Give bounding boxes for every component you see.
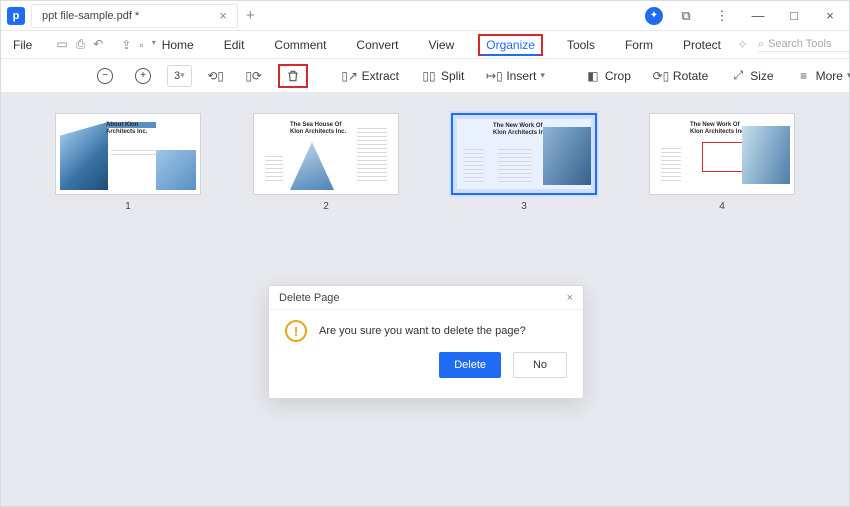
organize-toolbar: − + 3 ▾ ⟲▯ ▯⟳ ▯↗ Extract ▯▯ Split ↦▯ Ins… [1,59,849,93]
magic-icon[interactable]: ✧ [737,37,748,53]
extract-label: Extract [362,69,399,83]
menu-edit[interactable]: Edit [218,34,251,56]
dialog-footer: Delete No [269,352,583,390]
window-maximize-icon[interactable]: □ [781,8,807,23]
titlebar: p ppt file-sample.pdf * × + ✦ ⧉ ⋮ — □ × [1,1,849,31]
size-button[interactable]: ⤢ Size [724,65,779,87]
menu-comment[interactable]: Comment [268,34,332,56]
delete-page-dialog: Delete Page × ! Are you sure you want to… [268,285,584,399]
delete-button[interactable]: Delete [439,352,501,378]
rotate-label: Rotate [673,69,708,83]
menu-convert[interactable]: Convert [350,34,404,56]
split-icon: ▯▯ [421,68,437,84]
window-close-icon[interactable]: × [817,8,843,23]
open-icon[interactable]: ▭ [56,37,67,52]
menu-home[interactable]: Home [156,34,200,56]
extract-button[interactable]: ▯↗ Extract [336,65,405,87]
more-label: More [816,69,843,83]
modal-overlay: Delete Page × ! Are you sure you want to… [1,93,849,506]
menubar: File ▭ ⎙ ↶ ⇪ ▫ ▾ Home Edit Comment Conve… [1,31,849,59]
dialog-close-icon[interactable]: × [567,292,573,304]
dialog-body: ! Are you sure you want to delete the pa… [269,310,583,352]
new-tab-button[interactable]: + [246,7,255,24]
menu-form[interactable]: Form [619,34,659,56]
rotate-left-button[interactable]: ⟲▯ [202,65,230,87]
save-icon[interactable]: ▫ [139,38,143,52]
kebab-icon[interactable]: ⋮ [709,8,735,24]
dialog-title: Delete Page [279,292,340,304]
size-icon: ⤢ [730,68,746,84]
split-label: Split [441,69,464,83]
menu-view[interactable]: View [422,34,460,56]
more-button[interactable]: ≡ More ▾ [790,65,850,87]
search-tools-input[interactable]: ⌕ Search Tools [758,38,850,52]
insert-label: Insert [506,69,536,83]
crop-label: Crop [605,69,631,83]
chevron-down-icon: ▾ [180,70,185,81]
search-icon: ⌕ [758,38,764,51]
chevron-down-icon: ▾ [540,70,545,81]
size-label: Size [750,69,773,83]
user-avatar-icon[interactable]: ✦ [645,7,663,25]
crop-button[interactable]: ◧ Crop [579,65,637,87]
no-button[interactable]: No [513,352,567,378]
print-icon[interactable]: ⎙ [76,37,86,52]
quick-actions: ▭ ⎙ ↶ [56,37,103,52]
window-minimize-icon[interactable]: — [745,8,771,23]
tab-title: ppt file-sample.pdf * [42,10,139,22]
share-icon[interactable]: ⇪ [121,38,131,52]
trash-icon [285,68,301,84]
dialog-message: Are you sure you want to delete the page… [319,325,526,337]
search-placeholder: Search Tools [768,38,831,50]
app-menu-icon[interactable]: ⧉ [673,8,699,24]
more-icon: ≡ [796,68,812,84]
menu-file[interactable]: File [7,38,38,52]
active-underline [482,54,539,56]
main-menu: Home Edit Comment Convert View Organize … [156,34,727,56]
menu-protect[interactable]: Protect [677,34,727,56]
app-logo-icon: p [7,7,25,25]
split-button[interactable]: ▯▯ Split [415,65,470,87]
delete-page-button[interactable] [278,64,308,88]
menu-tools[interactable]: Tools [561,34,601,56]
menu-organize[interactable]: Organize [478,34,543,56]
workspace: About Klon Architects Inc. 1 The Sea Hou… [1,93,849,506]
insert-icon: ↦▯ [486,68,502,84]
document-tab[interactable]: ppt file-sample.pdf * × [31,4,238,28]
dialog-header: Delete Page × [269,286,583,310]
rotate-button[interactable]: ⟳▯ Rotate [647,65,714,87]
crop-icon: ◧ [585,68,601,84]
menu-organize-label: Organize [486,38,535,52]
rotate-right-button[interactable]: ▯⟳ [240,65,268,87]
insert-button[interactable]: ↦▯ Insert ▾ [480,65,551,87]
close-tab-icon[interactable]: × [219,8,227,23]
page-number-input[interactable]: 3 ▾ [167,65,192,87]
extract-icon: ▯↗ [342,68,358,84]
warning-icon: ! [285,320,307,342]
rotate-icon: ⟳▯ [653,68,669,84]
zoom-in-button[interactable]: + [129,65,157,87]
zoom-out-button[interactable]: − [91,65,119,87]
undo-icon[interactable]: ↶ [93,37,103,52]
